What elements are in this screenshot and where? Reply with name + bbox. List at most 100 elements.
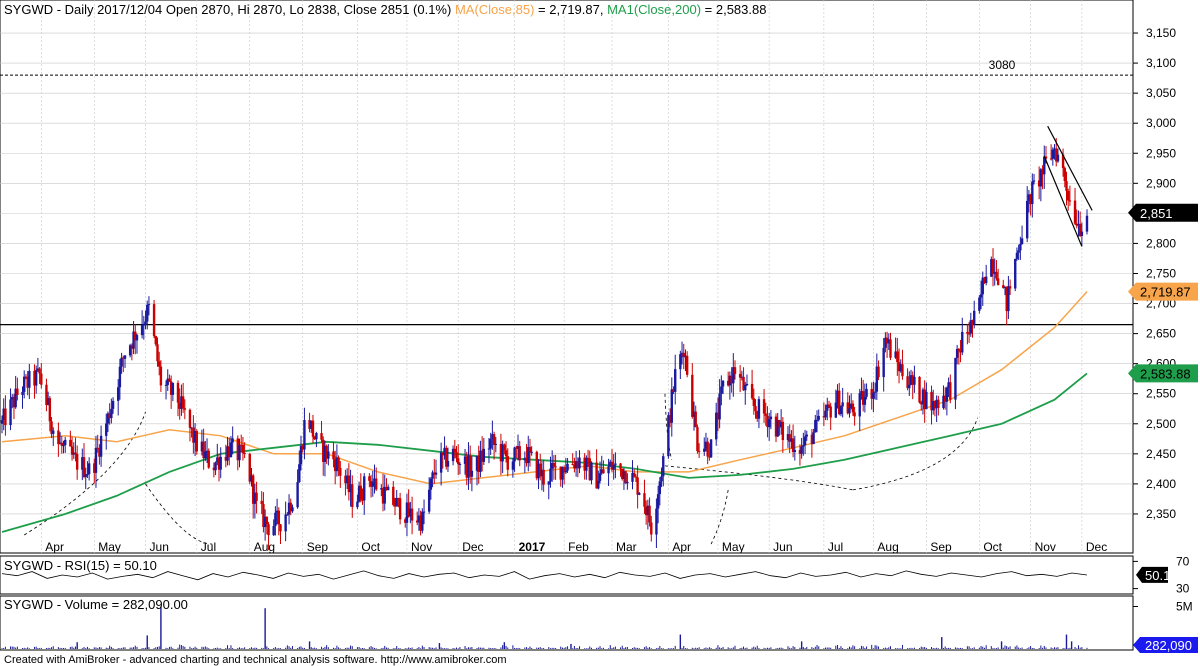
candle-body [802,445,805,447]
candle-body [171,382,175,395]
candle-body [395,497,398,507]
candle-body [1014,258,1017,289]
month-label: Oct [983,540,1002,554]
candle-body [872,392,875,399]
candle-body [805,434,808,437]
candle-body [398,498,402,520]
price-tick-label: 2,750 [1146,266,1176,280]
candle-body [204,451,207,459]
candle-body [207,450,210,468]
volume-panel: 5M SYGWD - Volume = 282,090.00 282,090 [0,595,1198,653]
candle-body [718,393,721,420]
candle [696,424,699,454]
candle-body [429,478,433,490]
candle-body [658,481,662,495]
candle-body [901,364,904,377]
candle-body [853,412,856,417]
month-label: Nov [411,540,432,554]
candle-body [757,399,761,419]
candle-body [518,446,521,461]
month-label: Aug [254,540,275,554]
candle-body [670,389,673,423]
candle-body [87,463,91,475]
price-y-axis: 2,3502,4002,4502,5002,5502,6002,6502,700… [1133,26,1176,521]
month-label: Apr [45,540,64,554]
candle-body [1065,181,1068,191]
candle-body [231,438,234,443]
candle-body [94,447,98,473]
price-badge-text: 2,719.87 [1140,285,1191,300]
volume-y-axis: 5M [1133,600,1193,614]
candle-body [1008,286,1012,289]
candle-body [571,463,574,465]
candle-body [829,406,832,418]
candle-body [614,463,617,465]
candle [918,376,921,404]
candle-body [267,524,270,536]
candle-body [824,410,827,418]
candle-body [612,464,615,470]
month-label: Feb [568,540,589,554]
candle-body [996,278,1000,286]
candle-body [327,451,330,459]
candle-body [147,304,151,306]
candle-body [530,451,533,453]
candle-body [511,461,515,470]
candle-body [154,336,157,345]
candle-body [1085,215,1089,232]
rsi-tick-label: 70 [1176,554,1190,568]
price-tick-label: 3,100 [1146,56,1176,70]
level-label: 3080 [989,58,1016,72]
candle-body [1073,200,1077,224]
candle-body [1007,286,1010,312]
candle-body [504,450,508,457]
candle-body [286,514,289,516]
candle-body [260,500,263,505]
candle-body [578,457,581,469]
candle-body [750,383,754,399]
candle-body [265,516,269,525]
candle-body [503,444,506,451]
candle-body [733,367,737,374]
candle-body [99,435,103,457]
candle-body [889,339,892,358]
candle-body [1080,231,1084,236]
candle-body [1017,250,1020,253]
candle-body [277,510,281,525]
month-label: Sep [930,540,952,554]
candle-body [38,368,41,374]
candle-body [75,454,79,470]
candle-body [607,466,610,474]
candle-body [1066,190,1070,201]
candle-body [279,524,282,532]
candle-body [945,387,949,402]
volume-badge: 282,090 [1133,637,1198,653]
candle-body [754,406,757,412]
volume-badge-text: 282,090 [1145,638,1192,653]
candle-body [597,480,600,489]
candle-body [52,430,55,434]
candle-body [1020,238,1024,245]
candle-body [877,366,880,378]
candle-body [908,384,911,389]
candle-body [487,448,491,450]
candle-body [984,276,988,284]
candle-body [494,443,497,445]
candle-body [554,466,557,468]
candle-body [848,408,851,414]
candle-body [506,456,509,470]
candle-body [140,325,144,336]
candle-body [1019,244,1022,251]
candle-body [21,391,24,395]
month-label: Sep [307,540,329,554]
candle [152,300,156,339]
candle-body [812,432,815,445]
candle-body [146,304,149,322]
candle-body [882,347,885,378]
candle-body [371,482,374,487]
candle-body [214,462,217,471]
candle-body [638,493,641,495]
candle-body [706,441,709,457]
candle-body [1032,180,1036,182]
candle-body [793,450,797,452]
